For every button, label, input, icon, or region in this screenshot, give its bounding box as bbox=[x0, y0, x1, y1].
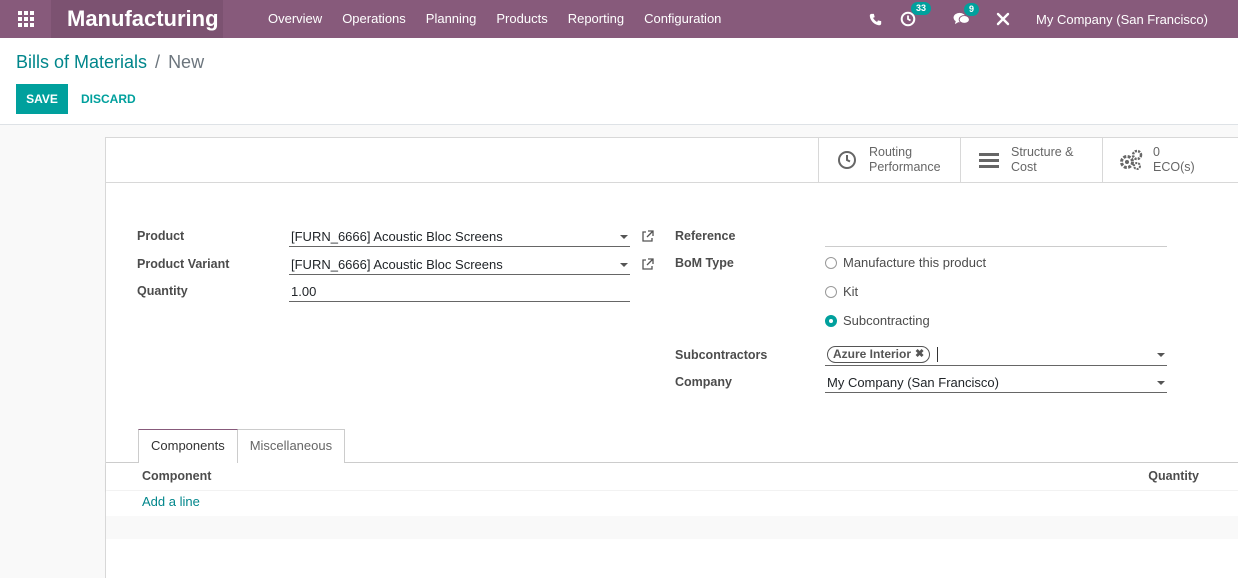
bom-type-manufacture-label: Manufacture this product bbox=[843, 255, 987, 270]
product-external-link-icon[interactable] bbox=[641, 230, 654, 246]
product-variant-field[interactable]: [FURN_6666] Acoustic Bloc Screens bbox=[289, 255, 630, 275]
menu-operations[interactable]: Operations bbox=[332, 0, 416, 38]
reference-label: Reference bbox=[675, 229, 736, 243]
radio-checked-icon bbox=[825, 314, 837, 327]
form-sheet: Routing Performance Structure & Cost 0 E… bbox=[105, 137, 1238, 578]
breadcrumb-bills-of-materials[interactable]: Bills of Materials bbox=[16, 52, 147, 73]
product-variant-label: Product Variant bbox=[137, 257, 230, 271]
menu-planning[interactable]: Planning bbox=[416, 0, 487, 38]
tab-miscellaneous[interactable]: Miscellaneous bbox=[237, 429, 346, 463]
subcontractor-tag-label: Azure Interior bbox=[833, 347, 912, 361]
eco-count: 0 bbox=[1153, 145, 1160, 159]
activity-count-badge: 33 bbox=[911, 2, 932, 15]
company-field[interactable]: My Company (San Francisco) bbox=[825, 373, 1167, 393]
product-value: [FURN_6666] Acoustic Bloc Screens bbox=[291, 229, 503, 244]
radio-unchecked-icon bbox=[825, 256, 837, 269]
product-dropdown-caret-icon[interactable] bbox=[620, 235, 628, 239]
company-label: Company bbox=[675, 375, 732, 389]
subcontractors-label: Subcontractors bbox=[675, 348, 768, 362]
eco-label: ECO(s) bbox=[1153, 160, 1195, 174]
quantity-label: Quantity bbox=[137, 284, 188, 298]
company-switcher[interactable]: My Company (San Francisco) bbox=[1036, 12, 1208, 27]
menu-products[interactable]: Products bbox=[486, 0, 557, 38]
list-row-empty bbox=[106, 516, 1238, 539]
components-list-header: Component Quantity bbox=[106, 463, 1238, 490]
bom-type-manufacture-radio[interactable]: Manufacture this product bbox=[825, 255, 986, 270]
main-menu: Overview Operations Planning Products Re… bbox=[258, 0, 731, 38]
message-count-badge: 9 bbox=[964, 3, 980, 16]
bom-type-label: BoM Type bbox=[675, 256, 734, 270]
breadcrumb: Bills of Materials / New bbox=[16, 52, 204, 73]
quantity-input[interactable]: 1.00 bbox=[289, 282, 630, 302]
top-navbar: Manufacturing Overview Operations Planni… bbox=[0, 0, 1238, 38]
radio-unchecked-icon bbox=[825, 285, 837, 298]
notebook-tabs: Components Miscellaneous bbox=[138, 429, 346, 463]
bars-icon bbox=[977, 152, 1001, 168]
quantity-value: 1.00 bbox=[291, 284, 317, 299]
bom-type-kit-radio[interactable]: Kit bbox=[825, 284, 858, 299]
subcontractor-tag: Azure Interior ✖ bbox=[827, 346, 931, 363]
product-label: Product bbox=[137, 229, 185, 243]
routing-label-line2: Performance bbox=[869, 160, 941, 174]
tab-components[interactable]: Components bbox=[138, 429, 238, 463]
save-button[interactable]: SAVE bbox=[16, 84, 68, 114]
smart-button-box: Routing Performance Structure & Cost 0 E… bbox=[106, 138, 1238, 183]
eco-button[interactable]: 0 ECO(s) bbox=[1102, 138, 1238, 182]
company-value: My Company (San Francisco) bbox=[827, 375, 999, 390]
company-dropdown-caret-icon[interactable] bbox=[1157, 381, 1165, 385]
menu-reporting[interactable]: Reporting bbox=[558, 0, 634, 38]
reference-input[interactable] bbox=[825, 227, 1167, 247]
activity-clock-icon[interactable]: 33 bbox=[900, 2, 932, 27]
product-field[interactable]: [FURN_6666] Acoustic Bloc Screens bbox=[289, 227, 630, 247]
product-variant-value: [FURN_6666] Acoustic Bloc Screens bbox=[291, 257, 503, 272]
breadcrumb-current: New bbox=[168, 52, 205, 72]
discard-button[interactable]: DISCARD bbox=[71, 84, 146, 114]
variant-external-link-icon[interactable] bbox=[641, 258, 654, 274]
structure-label-line2: Cost bbox=[1011, 160, 1037, 174]
column-component[interactable]: Component bbox=[142, 469, 211, 483]
debug-tools-icon[interactable] bbox=[996, 12, 1010, 26]
systray: 33 9 My Company (San Francisco) bbox=[855, 0, 1238, 38]
text-cursor bbox=[936, 347, 938, 363]
list-row-add bbox=[106, 491, 1238, 514]
subcontractors-dropdown-caret-icon[interactable] bbox=[1157, 353, 1165, 357]
list-row-empty bbox=[106, 539, 1238, 562]
clock-icon bbox=[835, 150, 859, 170]
routing-performance-button[interactable]: Routing Performance bbox=[818, 138, 960, 182]
bom-type-subcontracting-label: Subcontracting bbox=[843, 313, 930, 328]
control-panel: Bills of Materials / New SAVE DISCARD bbox=[0, 38, 1238, 125]
bom-type-subcontracting-radio[interactable]: Subcontracting bbox=[825, 313, 930, 328]
add-a-line-link[interactable]: Add a line bbox=[142, 494, 200, 509]
apps-menu-icon[interactable] bbox=[0, 0, 51, 38]
bom-type-kit-label: Kit bbox=[843, 284, 859, 299]
subcontractors-field[interactable]: Azure Interior ✖ bbox=[825, 345, 1167, 366]
column-quantity[interactable]: Quantity bbox=[1148, 469, 1199, 483]
tag-remove-icon[interactable]: ✖ bbox=[915, 347, 924, 362]
structure-label-line1: Structure & bbox=[1011, 145, 1074, 159]
breadcrumb-separator: / bbox=[155, 52, 161, 72]
menu-configuration[interactable]: Configuration bbox=[634, 0, 731, 38]
routing-label-line1: Routing bbox=[869, 145, 913, 159]
variant-dropdown-caret-icon[interactable] bbox=[620, 263, 628, 267]
gears-icon bbox=[1119, 149, 1143, 171]
app-name[interactable]: Manufacturing bbox=[51, 0, 223, 38]
structure-cost-button[interactable]: Structure & Cost bbox=[960, 138, 1102, 182]
phone-icon[interactable] bbox=[869, 13, 882, 26]
messages-icon[interactable]: 9 bbox=[953, 3, 980, 26]
menu-overview[interactable]: Overview bbox=[258, 0, 332, 38]
